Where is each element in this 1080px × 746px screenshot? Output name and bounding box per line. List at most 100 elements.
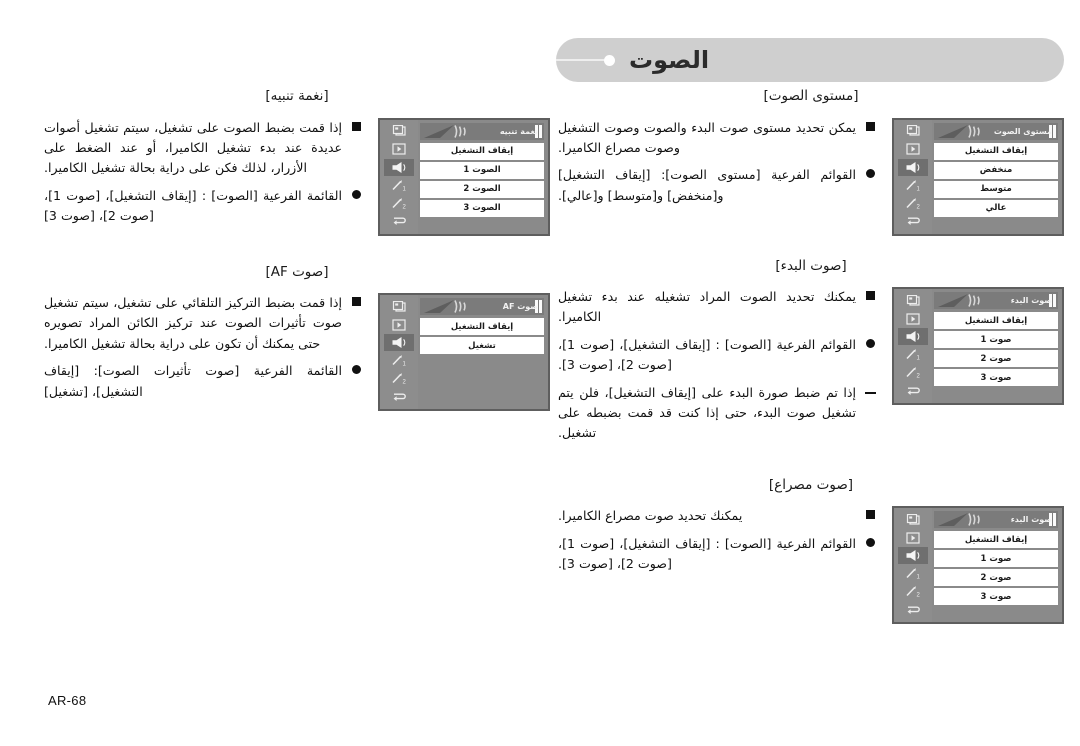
square-bullet-icon — [862, 118, 878, 131]
square-bullet-icon — [348, 118, 364, 131]
camera-stack-icon[interactable] — [898, 511, 928, 528]
setup1-icon[interactable]: 1 — [384, 177, 414, 194]
menu-item[interactable]: منخفض — [934, 161, 1058, 179]
svg-text:1: 1 — [917, 186, 921, 191]
menu-item[interactable]: تشغيل — [420, 337, 544, 355]
svg-text:2: 2 — [403, 204, 407, 209]
menu-rail: 1 2 — [380, 119, 418, 234]
menu-item[interactable]: الصوت 2 — [420, 180, 544, 198]
speaker-icon[interactable] — [384, 158, 414, 176]
return-icon[interactable] — [384, 388, 414, 405]
bullet-item: يمكنك تحديد صوت مصراع الكاميرا. — [558, 506, 878, 526]
disc-bullet-icon — [348, 186, 364, 199]
section-title-shutter-sound: [صوت مصراع] — [768, 476, 854, 493]
menu-header-label: نغمة تنبيه — [499, 126, 538, 136]
menu-item[interactable]: الصوت 1 — [420, 161, 544, 179]
bullet-item: القائمة الفرعية [صوت تأثيرات الصوت]: [إي… — [44, 361, 364, 402]
return-icon[interactable] — [384, 213, 414, 230]
bullet-item: يمكنك تحديد الصوت المراد تشغيله عند بدء … — [558, 287, 878, 328]
menu-item[interactable]: الصوت 3 — [420, 199, 544, 217]
menu-header: نغمة تنبيه — [420, 122, 544, 140]
menu-item[interactable]: صوت 1 — [934, 550, 1058, 568]
text-block-start-sound: يمكنك تحديد الصوت المراد تشغيله عند بدء … — [558, 287, 878, 451]
bullet-text: القوائم الفرعية [الصوت] : [إيقاف التشغيل… — [558, 336, 856, 373]
menu-item[interactable]: إيقاف التشغيل — [934, 142, 1058, 160]
playback-icon[interactable] — [384, 141, 414, 158]
playback-icon[interactable] — [898, 310, 928, 327]
camera-stack-icon[interactable] — [898, 123, 928, 140]
page-number: AR-68 — [48, 693, 87, 708]
menu-item[interactable]: إيقاف التشغيل — [934, 531, 1058, 549]
svg-text:2: 2 — [917, 593, 921, 598]
menu-item[interactable]: إيقاف التشغيل — [420, 142, 544, 160]
bullet-text: القوائم الفرعية [الصوت] : [إيقاف التشغيل… — [558, 535, 856, 572]
speaker-icon[interactable] — [898, 158, 928, 176]
bullet-item: القوائم الفرعية [الصوت] : [إيقاف التشغيل… — [558, 335, 878, 376]
svg-text:1: 1 — [917, 356, 921, 361]
menu-item[interactable]: إيقاف التشغيل — [420, 318, 544, 336]
menu-item[interactable]: صوت 3 — [934, 369, 1058, 387]
menu-rail: 1 2 — [894, 119, 932, 234]
page-title: الصوت — [629, 46, 710, 74]
camera-stack-icon[interactable] — [384, 123, 414, 140]
menu-header-label: صوت AF — [502, 302, 538, 312]
section-title-volume-level: [مستوى الصوت] — [763, 88, 859, 104]
bullet-item: إذا قمت بضبط الصوت على تشغيل، سيتم تشغيل… — [44, 118, 364, 179]
section-start-sound: [صوت البدء] 1 2 صوت البدء إيقاف التشغيل … — [558, 258, 1064, 451]
section-af-sound: [صوت AF] 1 2 صوت AF إيقاف التشغيل تشغيل … — [44, 264, 550, 412]
setup2-icon[interactable]: 2 — [384, 195, 414, 212]
camera-stack-icon[interactable] — [384, 298, 414, 315]
disc-bullet-icon — [862, 165, 878, 179]
speaker-icon[interactable] — [898, 547, 928, 565]
bullet-text: إذا قمت بضبط الصوت على تشغيل، سيتم تشغيل… — [44, 119, 342, 176]
playback-icon[interactable] — [384, 316, 414, 333]
text-block-shutter-sound: يمكنك تحديد صوت مصراع الكاميرا. القوائم … — [558, 506, 878, 581]
setup1-icon[interactable]: 1 — [898, 346, 928, 363]
menu-item[interactable]: متوسط — [934, 180, 1058, 198]
bullet-item: إذا تم ضبط صورة البدء على [إيقاف التشغيل… — [558, 383, 878, 444]
menu-header: مستوى الصوت — [934, 122, 1058, 140]
menu-rail: 1 2 — [894, 508, 932, 623]
setup2-icon[interactable]: 2 — [898, 195, 928, 212]
return-icon[interactable] — [898, 213, 928, 230]
sound-wave-icon — [424, 299, 470, 315]
menu-header: صوت البدء — [934, 511, 1058, 529]
camera-menu-start-sound: 1 2 صوت البدء إيقاف التشغيل صوت 1 صوت 2 … — [892, 287, 1064, 406]
setup2-icon[interactable]: 2 — [898, 364, 928, 381]
bullet-text: يمكن تحديد مستوى صوت البدء والصوت وصوت ا… — [558, 119, 856, 155]
setup1-icon[interactable]: 1 — [384, 352, 414, 369]
menu-item[interactable]: صوت 3 — [934, 588, 1058, 606]
setup2-icon[interactable]: 2 — [384, 370, 414, 387]
camera-menu-volume-level: 1 2 مستوى الصوت إيقاف التشغيل منخفض متوس… — [892, 117, 1064, 236]
playback-icon[interactable] — [898, 529, 928, 546]
camera-menu-af-sound: 1 2 صوت AF إيقاف التشغيل تشغيل — [378, 293, 550, 412]
return-icon[interactable] — [898, 382, 928, 399]
column-left: [نغمة تنبيه] 1 2 نغمة تنبيه إيقاف التشغي… — [44, 88, 550, 415]
setup2-icon[interactable]: 2 — [898, 583, 928, 600]
svg-text:1: 1 — [917, 575, 921, 580]
return-icon[interactable] — [898, 601, 928, 618]
speaker-icon[interactable] — [898, 328, 928, 346]
bullet-text: يمكنك تحديد صوت مصراع الكاميرا. — [558, 508, 743, 524]
section-shutter-sound: [صوت مصراع] 1 2 صوت البدء إيقاف التشغيل … — [558, 477, 1064, 625]
menu-item[interactable]: صوت 1 — [934, 331, 1058, 349]
bullet-item: إذا قمت بضبط التركيز التلقائي على تشغيل،… — [44, 293, 364, 354]
playback-icon[interactable] — [898, 141, 928, 158]
header-decoration — [556, 54, 615, 66]
bullet-item: القائمة الفرعية [الصوت] : [إيقاف التشغيل… — [44, 186, 364, 227]
speaker-icon[interactable] — [384, 334, 414, 352]
menu-item[interactable]: عالي — [934, 199, 1058, 217]
svg-text:1: 1 — [403, 362, 407, 367]
menu-header: صوت AF — [420, 298, 544, 316]
text-block-af-sound: إذا قمت بضبط التركيز التلقائي على تشغيل،… — [44, 293, 364, 409]
menu-item[interactable]: صوت 2 — [934, 569, 1058, 587]
camera-stack-icon[interactable] — [898, 292, 928, 309]
menu-header-label: صوت البدء — [1010, 296, 1052, 306]
menu-rail: 1 2 — [380, 295, 418, 410]
square-bullet-icon — [862, 506, 878, 520]
menu-item[interactable]: إيقاف التشغيل — [934, 312, 1058, 330]
svg-text:2: 2 — [403, 380, 407, 385]
setup1-icon[interactable]: 1 — [898, 177, 928, 194]
menu-item[interactable]: صوت 2 — [934, 350, 1058, 368]
setup1-icon[interactable]: 1 — [898, 565, 928, 582]
